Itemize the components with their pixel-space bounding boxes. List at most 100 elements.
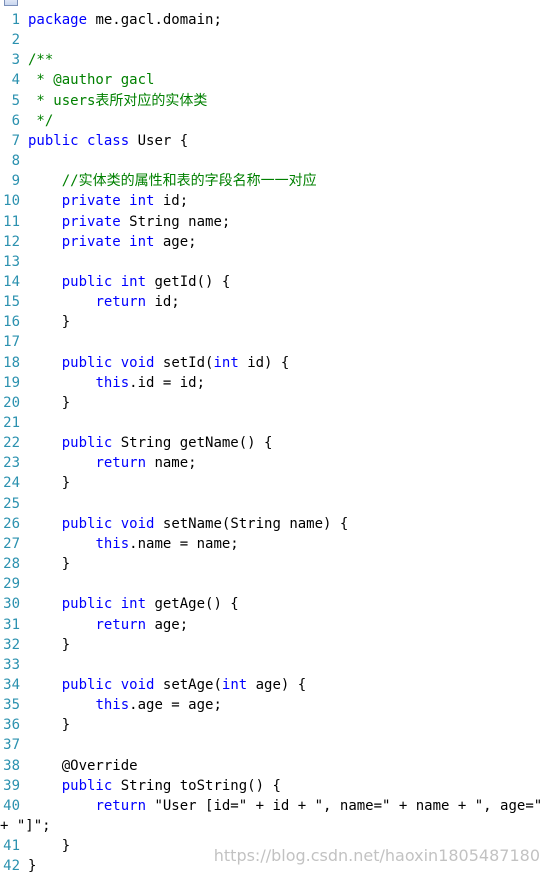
code-line: 31 return age; [0,615,550,635]
keyword-token: int [129,193,163,210]
code-line: 21 [0,413,550,433]
code-token: id; [154,294,180,311]
code-token: me.gacl.domain; [95,12,222,28]
line-number: 2 [11,32,20,49]
code-line: 16 } [0,312,550,332]
line-code: return "User [id=" + id + ", name=" + na… [28,798,550,814]
line-number: 36 [3,717,20,734]
keyword-token: int [129,233,163,250]
comment-token: */ [28,112,54,129]
line-number: 20 [3,394,20,411]
code-line: 13 [0,252,550,272]
code-line: 22 public String getName() { [0,433,550,453]
code-line: 3 /** [0,50,550,70]
line-number: 25 [3,495,20,512]
keyword-token: public [61,676,121,693]
line-number: 37 [3,737,20,754]
keyword-token: int [120,273,155,290]
line-number: 12 [3,233,20,250]
keyword-token: public [61,354,121,371]
code-line: 1 package me.gacl.domain; [0,10,550,30]
code-line-continuation: + "]"; [0,816,550,836]
line-number: 18 [3,354,20,371]
code-token: setAge( [162,676,222,693]
line-code: public String toString() { [28,778,281,794]
line-code: public void setName(String name) { [28,515,349,532]
line-code: /** [28,52,53,68]
code-line: 5 * users表所对应的实体类 [0,91,550,111]
line-code: } [28,475,70,491]
code-line: 25 [0,494,550,514]
code-line: 38 @Override [0,756,550,776]
line-code: * users表所对应的实体类 [28,93,207,109]
keyword-token: int [213,354,248,371]
line-number: 34 [3,676,20,693]
keyword-token: return [95,455,155,472]
code-token: String toString() { [120,777,281,794]
keyword-token: void [120,676,163,693]
line-number: 41 [3,838,20,855]
code-token: } [28,636,71,653]
code-token: } [28,717,71,734]
code-token: "User [id=" + id + ", name=" + name + ",… [154,797,550,814]
code-line: 10 private int id; [0,191,550,211]
keyword-token: package [28,12,96,28]
code-line: 9 //实体类的属性和表的字段名称一一对应 [0,171,550,191]
line-number: 21 [3,415,20,431]
line-number: 9 [11,173,20,190]
line-number: 33 [3,656,20,673]
code-token: } [28,314,71,331]
comment-token: //实体类的属性和表的字段名称一一对应 [61,173,317,190]
line-code: } [28,858,36,874]
keyword-token: return [95,294,155,311]
code-editor[interactable]: 1 package me.gacl.domain; 2 3/** 4 * @author… [0,0,550,875]
line-code: return name; [28,455,197,472]
code-line: 36 } [0,715,550,735]
line-code: this.id = id; [28,375,205,391]
comment-token: * users表所对应的实体类 [28,92,208,109]
line-code: package me.gacl.domain; [28,12,222,28]
keyword-token: public [61,435,121,452]
line-code: public int getAge() { [28,596,239,612]
line-number: 29 [3,576,20,593]
code-line: 30 public int getAge() { [0,594,550,614]
line-code: this.age = age; [28,697,221,713]
code-line: 24 } [0,473,550,493]
comment-token: /** [28,52,54,69]
line-number: 42 [3,858,20,875]
line-number: 24 [3,475,20,492]
code-line: 34 public void setAge(int age) { [0,675,550,695]
line-code: public void setId(int id) { [28,354,290,371]
line-number: 13 [3,253,20,270]
line-number: 5 [11,92,20,109]
line-code: //实体类的属性和表的字段名称一一对应 [28,173,317,189]
line-number: 26 [3,515,20,532]
line-number: 15 [3,294,20,311]
keyword-token: private [61,193,130,210]
code-token: setName(String name) { [162,515,349,532]
code-token: age; [162,233,197,250]
code-line: 2 [0,30,550,50]
keyword-token: void [120,354,163,371]
line-number: 39 [3,777,20,794]
line-code: return age; [28,617,188,633]
line-code: private int id; [28,193,188,209]
line-code: private String name; [28,213,231,230]
code-line: 26 public void setName(String name) { [0,514,550,534]
line-code: return id; [28,294,180,311]
code-token: name; [154,455,197,472]
code-token: String name; [129,213,231,230]
line-number: 23 [3,455,20,472]
line-number: 35 [3,697,20,714]
